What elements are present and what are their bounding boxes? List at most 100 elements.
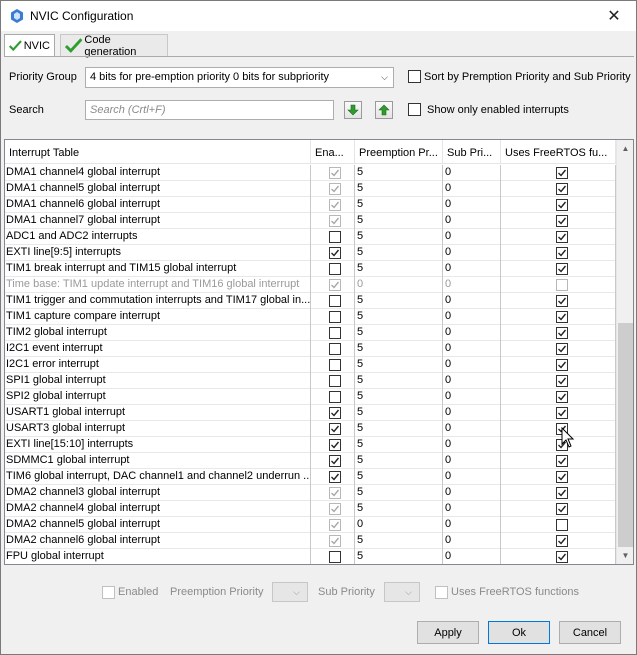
enabled-checkbox[interactable] [329,375,341,387]
table-row[interactable]: DMA2 channel6 global interrupt 5 0 [5,533,616,549]
preemption-priority-cell[interactable]: 5 [355,437,443,453]
preemption-priority-cell[interactable]: 5 [355,389,443,405]
preemption-priority-cell[interactable]: 5 [355,197,443,213]
preemption-priority-cell[interactable]: 5 [355,453,443,469]
sub-priority-cell[interactable]: 0 [443,421,501,437]
sub-priority-cell[interactable]: 0 [443,309,501,325]
preemption-priority-cell[interactable]: 5 [355,245,443,261]
enabled-checkbox[interactable] [329,487,341,499]
tab-nvic[interactable]: NVIC [4,34,55,57]
sub-priority-cell[interactable]: 0 [443,197,501,213]
preemption-priority-cell[interactable]: 5 [355,309,443,325]
enabled-checkbox[interactable] [329,327,341,339]
freertos-checkbox[interactable] [556,263,568,275]
sub-priority-cell[interactable]: 0 [443,277,501,293]
detail-enabled-checkbox[interactable] [102,586,115,599]
preemption-priority-cell[interactable]: 5 [355,485,443,501]
apply-button[interactable]: Apply [417,621,479,644]
preemption-priority-cell[interactable]: 5 [355,357,443,373]
sub-priority-cell[interactable]: 0 [443,245,501,261]
sub-priority-cell[interactable]: 0 [443,485,501,501]
table-row[interactable]: SDMMC1 global interrupt 5 0 [5,453,616,469]
show-only-enabled-checkbox[interactable] [408,103,421,116]
sub-priority-cell[interactable]: 0 [443,549,501,564]
sub-priority-cell[interactable]: 0 [443,325,501,341]
detail-freertos-checkbox[interactable] [435,586,448,599]
scroll-down-icon[interactable]: ▼ [617,547,633,564]
preemption-priority-cell[interactable]: 5 [355,405,443,421]
enabled-checkbox[interactable] [329,167,341,179]
column-header-sub-priority[interactable]: Sub Pri... [443,140,501,164]
freertos-checkbox[interactable] [556,215,568,227]
enabled-checkbox[interactable] [329,359,341,371]
search-previous-button[interactable] [375,101,393,119]
enabled-checkbox[interactable] [329,391,341,403]
sub-priority-cell[interactable]: 0 [443,469,501,485]
enabled-checkbox[interactable] [329,279,341,291]
table-row[interactable]: SPI2 global interrupt 5 0 [5,389,616,405]
freertos-checkbox[interactable] [556,503,568,515]
column-header-freertos[interactable]: Uses FreeRTOS fu... [501,140,616,164]
table-row[interactable]: I2C1 event interrupt 5 0 [5,341,616,357]
vertical-scrollbar[interactable]: ▲ ▼ [616,140,633,564]
preemption-priority-cell[interactable]: 5 [355,373,443,389]
enabled-checkbox[interactable] [329,439,341,451]
sub-priority-cell[interactable]: 0 [443,357,501,373]
ok-button[interactable]: Ok [488,621,550,644]
table-row[interactable]: FPU global interrupt 5 0 [5,549,616,564]
column-header-enabled[interactable]: Ena... [311,140,355,164]
preemption-priority-cell[interactable]: 0 [355,277,443,293]
freertos-checkbox[interactable] [556,199,568,211]
freertos-checkbox[interactable] [556,343,568,355]
sub-priority-cell[interactable]: 0 [443,261,501,277]
enabled-checkbox[interactable] [329,295,341,307]
preemption-priority-cell[interactable]: 5 [355,501,443,517]
table-row[interactable]: DMA2 channel5 global interrupt 0 0 [5,517,616,533]
freertos-checkbox[interactable] [556,407,568,419]
table-row[interactable]: DMA2 channel4 global interrupt 5 0 [5,501,616,517]
enabled-checkbox[interactable] [329,535,341,547]
table-row[interactable]: ADC1 and ADC2 interrupts 5 0 [5,229,616,245]
freertos-checkbox[interactable] [556,519,568,531]
scroll-up-icon[interactable]: ▲ [617,140,633,157]
preemption-priority-cell[interactable]: 5 [355,533,443,549]
preemption-priority-cell[interactable]: 5 [355,293,443,309]
enabled-checkbox[interactable] [329,215,341,227]
enabled-checkbox[interactable] [329,263,341,275]
preemption-priority-cell[interactable]: 5 [355,469,443,485]
table-row[interactable]: TIM1 break interrupt and TIM15 global in… [5,261,616,277]
enabled-checkbox[interactable] [329,519,341,531]
freertos-checkbox[interactable] [556,487,568,499]
freertos-checkbox[interactable] [556,295,568,307]
sub-priority-cell[interactable]: 0 [443,181,501,197]
column-header-interrupt[interactable]: Interrupt Table [5,140,311,164]
column-header-preemption[interactable]: Preemption Pr... [355,140,443,164]
enabled-checkbox[interactable] [329,343,341,355]
freertos-checkbox[interactable] [556,359,568,371]
enabled-checkbox[interactable] [329,199,341,211]
priority-group-select[interactable]: 4 bits for pre-emption priority 0 bits f… [85,67,394,88]
table-row[interactable]: TIM1 capture compare interrupt 5 0 [5,309,616,325]
enabled-checkbox[interactable] [329,247,341,259]
freertos-checkbox[interactable] [556,167,568,179]
table-row[interactable]: DMA1 channel6 global interrupt 5 0 [5,197,616,213]
sub-priority-cell[interactable]: 0 [443,229,501,245]
preemption-priority-cell[interactable]: 5 [355,341,443,357]
table-row[interactable]: USART3 global interrupt 5 0 [5,421,616,437]
table-row[interactable]: USART1 global interrupt 5 0 [5,405,616,421]
sort-priority-checkbox[interactable] [408,70,421,83]
detail-preemption-select[interactable]: ⌵ [272,582,308,602]
sub-priority-cell[interactable]: 0 [443,373,501,389]
sub-priority-cell[interactable]: 0 [443,165,501,181]
freertos-checkbox[interactable] [556,375,568,387]
table-row[interactable]: TIM6 global interrupt, DAC channel1 and … [5,469,616,485]
freertos-checkbox[interactable] [556,391,568,403]
table-row[interactable]: EXTI line[15:10] interrupts 5 0 [5,437,616,453]
scroll-thumb[interactable] [618,323,633,547]
freertos-checkbox[interactable] [556,311,568,323]
sub-priority-cell[interactable]: 0 [443,341,501,357]
preemption-priority-cell[interactable]: 5 [355,229,443,245]
sub-priority-cell[interactable]: 0 [443,213,501,229]
table-row[interactable]: TIM1 trigger and commutation interrupts … [5,293,616,309]
preemption-priority-cell[interactable]: 5 [355,165,443,181]
